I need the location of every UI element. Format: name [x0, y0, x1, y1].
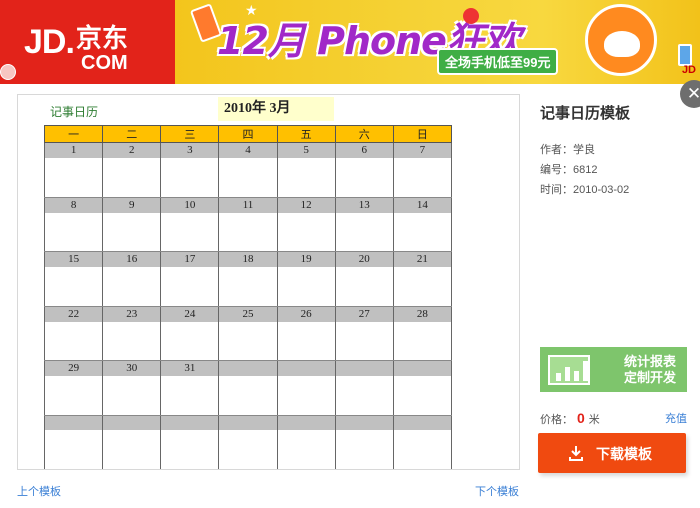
prev-template-link[interactable]: 上个模板 [17, 483, 61, 499]
custom-report-ad[interactable]: 统计报表 定制开发 [540, 347, 687, 392]
ad-line-2: 定制开发 [623, 370, 676, 385]
download-icon [569, 446, 583, 461]
day-number: 21 [392, 251, 453, 267]
week-number-row: 22 23 24 25 26 27 28 [43, 306, 453, 322]
day-number: 24 [160, 306, 220, 322]
jd-logo: JD.京东 COM [24, 23, 128, 74]
day-number [334, 360, 394, 376]
weekday-header: 二 [102, 125, 162, 143]
day-number [218, 415, 278, 430]
week-number-row: 1 2 3 4 5 6 7 [43, 142, 453, 158]
weekday-header: 六 [334, 125, 394, 143]
day-number [160, 415, 220, 430]
next-template-link[interactable]: 下个模板 [475, 483, 519, 499]
weekday-header: 三 [160, 125, 220, 143]
close-icon: ✕ [686, 84, 700, 103]
ad-banner[interactable]: JD.京东 COM ★ 12月 Phone狂欢 全场手机低至99元 JD [0, 0, 700, 84]
day-number: 22 [43, 306, 104, 322]
recharge-link[interactable]: 充值 [665, 410, 687, 426]
day-number: 4 [218, 142, 278, 158]
phone-decoration-icon [678, 44, 692, 66]
day-number: 15 [43, 251, 104, 267]
promo-badge: JD [681, 64, 696, 76]
price-row: 价格： 0 米 [540, 410, 600, 427]
day-number: 7 [392, 142, 453, 158]
week-number-row: 15 16 17 18 19 20 21 [43, 251, 453, 267]
ad-line-1: 统计报表 [623, 354, 676, 369]
day-number: 28 [392, 306, 453, 322]
day-number: 30 [102, 360, 162, 376]
day-number: 5 [276, 142, 336, 158]
day-number: 17 [160, 251, 220, 267]
promo-slogan: 全场手机低至99元 [437, 48, 559, 75]
weekday-header: 日 [392, 125, 453, 143]
week-notes-row [43, 430, 453, 469]
week-notes-row [43, 267, 453, 307]
day-number: 10 [160, 197, 220, 213]
day-number: 2 [102, 142, 162, 158]
day-number: 6 [334, 142, 394, 158]
day-number [218, 360, 278, 376]
ad-marker-icon [0, 64, 16, 80]
day-number: 3 [160, 142, 220, 158]
download-template-button[interactable]: 下载模板 [538, 433, 686, 473]
day-number: 29 [43, 360, 104, 376]
day-number: 23 [102, 306, 162, 322]
calendar-title: 记事日历 [50, 105, 99, 119]
day-number [43, 415, 104, 430]
day-number [334, 415, 394, 430]
day-number: 12 [276, 197, 336, 213]
day-number [392, 360, 453, 376]
price-label: 价格： [540, 414, 573, 426]
day-number: 14 [392, 197, 453, 213]
week-number-row [43, 415, 453, 430]
day-number: 9 [102, 197, 162, 213]
publish-time: 时间：2010-03-02 [540, 184, 630, 196]
download-label: 下载模板 [596, 446, 652, 462]
template-preview: 记事日历 2010年 3月 一 二 三 四 五 六 日 1 2 3 4 5 6 … [17, 94, 520, 470]
day-number: 18 [218, 251, 278, 267]
weekday-header: 五 [276, 125, 336, 143]
week-notes-row [43, 158, 453, 198]
mascot-icon [585, 4, 657, 76]
day-number [392, 415, 453, 430]
day-number: 31 [160, 360, 220, 376]
bar-chart-icon [548, 355, 590, 385]
promo-image[interactable]: ★ 12月 Phone狂欢 全场手机低至99元 JD [175, 0, 700, 84]
day-number: 26 [276, 306, 336, 322]
day-number: 19 [276, 251, 336, 267]
week-number-row: 8 9 10 11 12 13 14 [43, 197, 453, 213]
day-number [276, 415, 336, 430]
weekday-header: 一 [43, 125, 104, 143]
day-number: 16 [102, 251, 162, 267]
ad-text: 统计报表 定制开发 [602, 354, 676, 386]
calendar-month: 2010年 3月 [218, 97, 334, 121]
template-title: 记事日历模板 [540, 105, 631, 122]
day-number: 27 [334, 306, 394, 322]
day-number: 11 [218, 197, 278, 213]
day-number: 20 [334, 251, 394, 267]
day-number [276, 360, 336, 376]
day-number: 13 [334, 197, 394, 213]
day-number: 25 [218, 306, 278, 322]
template-number: 编号：6812 [540, 164, 598, 176]
week-number-row: 29 30 31 [43, 360, 453, 376]
close-button[interactable]: ✕ [680, 80, 700, 108]
price-value: 0 [577, 410, 585, 426]
week-notes-row [43, 212, 453, 252]
ball-decoration-icon [463, 8, 479, 24]
weekday-header: 四 [218, 125, 278, 143]
author-info: 作者：学良 [540, 144, 595, 156]
jd-logo-block[interactable]: JD.京东 COM [0, 0, 175, 84]
day-number: 8 [43, 197, 104, 213]
day-number [102, 415, 162, 430]
week-notes-row [43, 376, 453, 416]
week-notes-row [43, 321, 453, 361]
day-number: 1 [43, 142, 104, 158]
price-unit: 米 [588, 414, 600, 426]
calendar-grid: 一 二 三 四 五 六 日 1 2 3 4 5 6 7 8 9 10 11 12… [43, 125, 453, 469]
